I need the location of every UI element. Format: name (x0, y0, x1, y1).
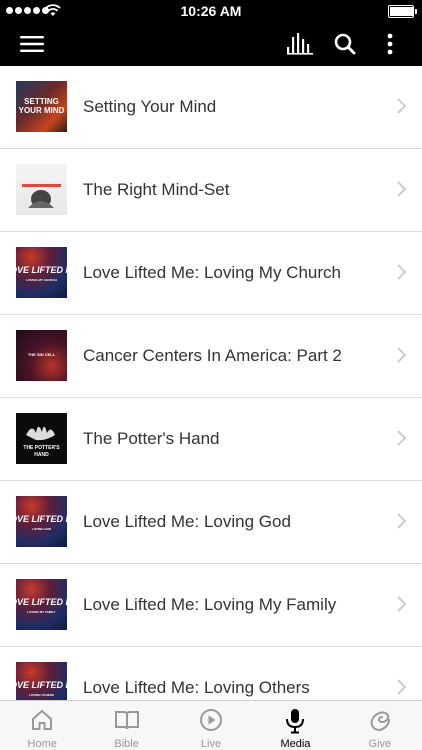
media-thumbnail (16, 164, 67, 215)
media-title: Cancer Centers In America: Part 2 (83, 346, 342, 365)
chevron-right-icon (397, 264, 406, 280)
thumbnail-text: THE SIN CELL (27, 352, 56, 357)
battery-fill (390, 7, 413, 16)
thumbnail-text: SETTING (24, 97, 59, 106)
tab-home[interactable]: Home (0, 701, 84, 750)
tab-live[interactable]: Live (169, 701, 253, 750)
thumbnail-text: LOVING GOD (31, 527, 52, 531)
media-thumbnail: THE POTTER'S HAND (16, 413, 67, 464)
chevron-right-icon (397, 347, 406, 363)
media-list-item[interactable]: OVE LIFTED M LOVING GOD Love Lifted Me: Lo… (0, 481, 422, 564)
thumbnail-text: YOUR MIND (18, 106, 65, 115)
play-circle-icon (200, 709, 223, 731)
chevron-right-icon (397, 596, 406, 612)
media-list-item[interactable]: OVE LIFTED M LOVING OTHERS Love Lifted Me:… (0, 647, 422, 700)
media-title: Love Lifted Me: Loving My Family (83, 595, 337, 614)
home-icon (32, 710, 53, 730)
media-list-item[interactable]: THE SIN CELL Cancer Centers In America: P… (0, 315, 422, 398)
thumbnail-text: OVE LIFTED M (16, 265, 67, 275)
search-button[interactable] (325, 22, 365, 66)
chevron-right-icon (397, 430, 406, 446)
media-list-item[interactable]: SETTING YOUR MIND Setting Your Mind (0, 66, 422, 149)
audio-button[interactable] (280, 22, 320, 66)
media-title: Setting Your Mind (83, 97, 217, 116)
media-title: The Right Mind-Set (83, 180, 230, 199)
menu-icon (20, 36, 44, 52)
thumbnail-text: LOVING MY FAMILY (27, 610, 56, 614)
search-icon (334, 33, 356, 55)
tab-bar: Home Bible Live Media Give (0, 700, 422, 750)
media-list-item[interactable]: OVE LIFTED M LOVING MY FAMILY Love Lifted … (0, 564, 422, 647)
battery-icon (388, 5, 417, 18)
media-list-item[interactable]: The Right Mind-Set (0, 149, 422, 232)
media-title: Love Lifted Me: Loving My Church (83, 263, 341, 282)
thumbnail-text: HAND (34, 452, 49, 458)
media-title: The Potter's Hand (83, 429, 220, 448)
thumbnail-text: OVE LIFTED M (16, 680, 67, 690)
more-vertical-icon (387, 33, 393, 55)
microphone-icon (286, 709, 305, 734)
media-title: Love Lifted Me: Loving Others (83, 678, 310, 697)
thumbnail-text: LOVING OTHERS (29, 693, 54, 697)
tab-media[interactable]: Media (253, 701, 337, 750)
media-thumbnail: OVE LIFTED M LOVING MY FAMILY (16, 579, 67, 630)
chevron-right-icon (397, 98, 406, 114)
media-thumbnail: OVE LIFTED M LOVING GOD (16, 496, 67, 547)
media-thumbnail: SETTING YOUR MIND (16, 81, 67, 132)
tab-label-home: Home (27, 738, 57, 750)
status-bar: 10:26 AM (0, 0, 422, 22)
tab-label-media: Media (280, 738, 311, 750)
thumbnail-text: OVE LIFTED M (16, 514, 67, 524)
audio-bars-icon (287, 33, 313, 55)
give-icon (370, 711, 390, 731)
chevron-right-icon (397, 181, 406, 197)
media-title: Love Lifted Me: Loving God (83, 512, 291, 531)
chevron-right-icon (397, 513, 406, 529)
more-button[interactable] (370, 22, 410, 66)
thumbnail-text: OVE LIFTED M (16, 597, 67, 607)
tab-label-give: Give (368, 738, 392, 750)
book-icon (114, 711, 139, 730)
media-list-item[interactable]: OVE LIFTED M LOVING MY CHURCH Love Lifted … (0, 232, 422, 315)
menu-button[interactable] (10, 22, 54, 66)
thumbnail-text: LOVING MY CHURCH (26, 278, 57, 282)
nav-bar (0, 22, 422, 66)
media-list: SETTING YOUR MIND Setting Your Mind The Rig… (0, 66, 422, 700)
tab-bible[interactable]: Bible (84, 701, 168, 750)
tab-label-bible: Bible (114, 738, 139, 750)
tab-give[interactable]: Give (338, 701, 422, 750)
thumbnail-text: THE POTTER'S (23, 445, 60, 451)
media-list-item[interactable]: THE POTTER'S HAND The Potter's Hand (0, 398, 422, 481)
tab-label-live: Live (200, 738, 222, 750)
media-thumbnail: THE SIN CELL (16, 330, 67, 381)
chevron-right-icon (397, 679, 406, 695)
media-thumbnail: OVE LIFTED M LOVING MY CHURCH (16, 247, 67, 298)
media-thumbnail: OVE LIFTED M LOVING OTHERS (16, 662, 67, 700)
status-time: 10:26 AM (180, 3, 242, 19)
